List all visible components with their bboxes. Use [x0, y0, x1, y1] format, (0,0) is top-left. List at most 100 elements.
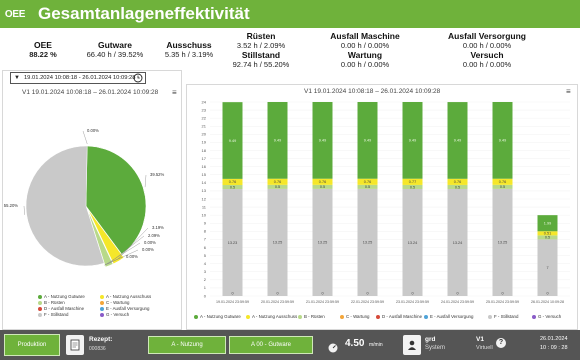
legend-dot [100, 312, 104, 317]
pie-legend-item[interactable]: D - Ausfall Maschine [38, 306, 84, 311]
pie-slice-label: 0.00% [126, 254, 138, 259]
bar-value-label: 9.49 [364, 139, 371, 143]
clock-icon[interactable] [132, 72, 144, 84]
y-tick-label: 14 [202, 180, 207, 185]
pie-chart: 39.52% 3.19% 2.09% 0.00% 0.00% 0.00% 55.20% 0.0… [4, 128, 164, 268]
oee-logo: OEE [4, 8, 26, 20]
pie-legend-item[interactable]: C - Wartung [100, 300, 130, 305]
legend-label: F - Stillstand [494, 314, 519, 319]
y-tick-label: 20 [202, 132, 207, 137]
legend-dot [38, 300, 42, 305]
bar-value-label: 1.99 [544, 222, 551, 226]
legend-label: B - Rüsten [304, 314, 325, 319]
bar-legend-item[interactable]: A - Nutzung Gutware [194, 314, 241, 319]
pie-legend-item[interactable]: E - Ausfall Versorgung [100, 306, 149, 311]
date-range-value: 19.01.2024 10:08:18 - 26.01.2024 10:09:2… [23, 75, 136, 81]
y-tick-label: 9 [204, 221, 207, 226]
pie-slice-label: 0.00% [87, 128, 99, 133]
bar-legend-item[interactable]: D - Ausfall Maschine [376, 314, 422, 319]
bar-value-label: 0.5 [230, 185, 235, 189]
bar-zero-label: 0 [501, 292, 503, 296]
bar-value-label: 13.25 [318, 241, 328, 245]
footer-date: 26.01.2024 [540, 336, 568, 342]
bar-zero-label: 0 [411, 292, 413, 296]
pie-legend-item[interactable]: G - Versuch [100, 312, 129, 317]
x-tick-label: 25.01.2024 23:59:59 [486, 300, 519, 304]
production-button[interactable]: Produktion [4, 334, 60, 356]
user-icon[interactable] [403, 335, 421, 355]
mode-button[interactable]: A - Nutzung [148, 336, 226, 354]
legend-dot [532, 314, 536, 319]
x-tick-label: 23.01.2024 23:59:59 [396, 300, 429, 304]
legend-label: C - Wartung [106, 300, 130, 305]
bar-legend-item[interactable]: F - Stillstand [488, 314, 518, 319]
bar-legend-item[interactable]: E - Ausfall Versorgung [424, 314, 473, 319]
y-tick-label: 0 [204, 293, 207, 298]
kpi-ausfall-versorgung: Ausfall Versorgung 0.00 h / 0.00% [448, 31, 526, 50]
bar-value-label: 0.5 [500, 185, 505, 189]
legend-label: A - Nutzung Gutware [44, 294, 85, 299]
y-tick-label: 7 [204, 237, 207, 242]
legend-label: A - Nutzung Gutware [200, 314, 241, 319]
y-tick-label: 4 [204, 261, 207, 266]
y-tick-label: 2 [204, 277, 207, 282]
recipe-icon[interactable] [66, 335, 84, 355]
bar-zero-label: 0 [366, 292, 368, 296]
kpi-summary: OEE 88.22 % Gutware 66.40 h / 39.52% Aussc… [0, 28, 580, 70]
user-role: System [425, 345, 446, 351]
legend-dot [424, 314, 428, 319]
bar-zero-label: 0 [231, 292, 233, 296]
legend-label: E - Ausfall Versorgung [106, 306, 150, 311]
legend-label: G - Versuch [106, 312, 130, 317]
bar-chart-menu-icon[interactable]: ≡ [566, 87, 571, 96]
legend-dot [38, 294, 42, 299]
x-tick-label: 20.01.2024 23:59:59 [261, 300, 294, 304]
legend-dot [488, 314, 492, 319]
pie-slice-label: 39.52% [150, 172, 164, 177]
bar-value-label: 13.24 [453, 241, 463, 245]
line-name: V1 [476, 336, 484, 343]
date-range-select[interactable]: ▼ 19.01.2024 10:08:18 - 26.01.2024 10:09… [10, 72, 146, 84]
legend-dot [100, 306, 104, 311]
y-tick-label: 24 [202, 99, 207, 104]
y-tick-label: 11 [202, 204, 207, 209]
kpi-stillstand: Stillstand 92.74 h / 55.20% [232, 50, 290, 69]
user-name: grd [425, 336, 436, 343]
submode-button[interactable]: A 00 - Gutware [229, 336, 313, 354]
legend-dot [38, 306, 42, 311]
page-title: Gesamtanlageneffektivität [38, 4, 250, 23]
x-tick-label: 19.01.2024 23:59:59 [216, 300, 249, 304]
y-tick-label: 8 [204, 229, 207, 234]
legend-dot [246, 314, 250, 319]
bar-value-label: 0.51 [544, 232, 551, 236]
kpi-ausfall-maschine: Ausfall Maschine 0.00 h / 0.00% [330, 31, 400, 50]
kpi-ruesten: Rüsten 3.52 h / 2.09% [236, 31, 286, 50]
y-tick-label: 15 [202, 172, 207, 177]
legend-label: D - Ausfall Maschine [382, 314, 423, 319]
x-tick-label: 21.01.2024 23:59:59 [306, 300, 339, 304]
bar-zero-label: 0 [276, 292, 278, 296]
bar-legend-item[interactable]: C - Wartung [340, 314, 370, 319]
bar-legend-item[interactable]: B - Rüsten [298, 314, 325, 319]
pie-legend-item[interactable]: A - Nutzung Ausschuss [100, 294, 151, 299]
help-icon[interactable]: ? [496, 338, 506, 348]
legend-label: G - Versuch [538, 314, 562, 319]
y-tick-label: 13 [202, 188, 207, 193]
pie-chart-menu-icon[interactable]: ≡ [172, 88, 177, 97]
pie-legend-item[interactable]: A - Nutzung Gutware [38, 294, 85, 299]
bar-value-label: 13.24 [408, 241, 418, 245]
bar-value-label: 0.5 [365, 185, 370, 189]
recipe-label: Rezept: [89, 336, 113, 343]
y-tick-label: 1 [204, 285, 207, 290]
pie-legend-item[interactable]: B - Rüsten [38, 300, 65, 305]
bar-value-label: 0.5 [275, 185, 280, 189]
x-tick-label: 24.01.2024 23:59:59 [441, 300, 474, 304]
bar-legend-item[interactable]: A - Nutzung Ausschuss [246, 314, 297, 319]
legend-dot [100, 294, 104, 299]
pie-slice-label: 0.00% [144, 240, 156, 245]
y-tick-label: 21 [202, 124, 207, 129]
bar-legend-item[interactable]: G - Versuch [532, 314, 561, 319]
legend-label: A - Nutzung Ausschuss [106, 294, 152, 299]
bar-value-label: 0.76 [229, 180, 236, 184]
pie-legend-item[interactable]: F - Stillstand [38, 312, 68, 317]
